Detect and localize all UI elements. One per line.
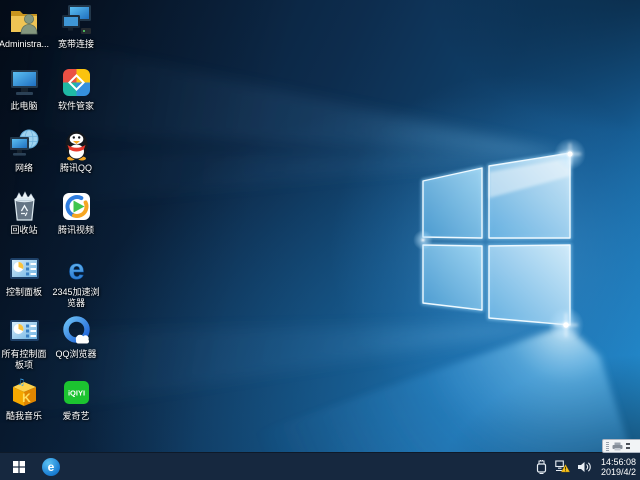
- kuwo-music-icon: K ♫: [8, 376, 41, 409]
- icon-label: 所有控制面板项: [0, 349, 50, 371]
- desktop-icon-2345-browser[interactable]: e 2345加速浏览器: [50, 252, 102, 309]
- desktop-icon-control-panel[interactable]: 控制面板: [0, 252, 50, 298]
- desktop-icon-network[interactable]: 网络: [0, 128, 50, 174]
- desktop-icon-kuwo-music[interactable]: K ♫ 酷我音乐: [0, 376, 50, 422]
- volume-icon[interactable]: [577, 453, 591, 480]
- icon-label: 酷我音乐: [6, 411, 42, 422]
- icon-label: 控制面板: [6, 287, 42, 298]
- tencent-qq-icon: [60, 128, 93, 161]
- desktop-icon-recycle-bin[interactable]: 回收站: [0, 190, 50, 236]
- icon-label: 腾讯QQ: [60, 163, 92, 174]
- icon-label: 回收站: [10, 225, 37, 236]
- icon-label: 网络: [15, 163, 33, 174]
- usb-safely-remove-icon[interactable]: [535, 453, 548, 480]
- desktop-icon-tencent-qq[interactable]: 腾讯QQ: [50, 128, 102, 174]
- desktop-icon-iqiyi[interactable]: iQIYI 爱奇艺: [50, 376, 102, 422]
- ime-toolbar[interactable]: [602, 439, 640, 453]
- icon-label: 腾讯视频: [58, 225, 94, 236]
- network-warning-icon[interactable]: [555, 453, 570, 480]
- desktop-icon-software-manager[interactable]: 软件管家: [50, 66, 102, 112]
- svg-text:e: e: [48, 460, 55, 474]
- taskbar-clock[interactable]: 14:56:08 2019/4/2: [601, 457, 636, 477]
- icon-label: 爱奇艺: [62, 411, 89, 422]
- desktop-icon-tencent-video[interactable]: 腾讯视频: [50, 190, 102, 236]
- recycle-bin-full-icon: [8, 190, 41, 223]
- qq-browser-icon: [60, 314, 93, 347]
- user-folder-icon: [8, 4, 41, 37]
- control-panel-icon: [8, 252, 41, 285]
- iqiyi-icon: iQIYI: [60, 376, 93, 409]
- desktop-icon-this-pc[interactable]: 此电脑: [0, 66, 50, 112]
- toolbar-menu-icon[interactable]: [626, 443, 630, 449]
- software-manager-icon: [60, 66, 93, 99]
- icon-label: 此电脑: [10, 101, 37, 112]
- printer-icon[interactable]: [612, 442, 623, 451]
- svg-text:e: e: [68, 254, 84, 285]
- icon-label: 宽带连接: [58, 39, 94, 50]
- svg-text:K: K: [22, 391, 31, 405]
- desktop-icon-qq-browser[interactable]: QQ浏览器: [50, 314, 102, 360]
- taskbar: e: [0, 452, 640, 480]
- this-pc-icon: [8, 66, 41, 99]
- network-icon: [8, 128, 41, 161]
- windows-logo-icon: [13, 461, 25, 473]
- toolbar-grip[interactable]: [606, 442, 609, 451]
- system-tray: 14:56:08 2019/4/2: [535, 453, 640, 480]
- desktop-icon-broadband[interactable]: 宽带连接: [50, 4, 102, 50]
- desktop-icon-administrator[interactable]: Administra...: [0, 4, 50, 50]
- clock-time: 14:56:08: [601, 457, 636, 467]
- tencent-video-icon: [60, 190, 93, 223]
- desktop-icon-all-control-panel-items[interactable]: 所有控制面板项: [0, 314, 50, 371]
- taskbar-edge-browser[interactable]: e: [35, 453, 67, 480]
- svg-text:♫: ♫: [16, 378, 24, 388]
- control-panel-icon: [8, 314, 41, 347]
- icon-label: QQ浏览器: [55, 349, 96, 360]
- 2345-browser-icon: e: [60, 252, 93, 285]
- desktop: Administra... 此电脑 网络 回收站: [0, 0, 640, 480]
- clock-date: 2019/4/2: [601, 467, 636, 477]
- start-button[interactable]: [3, 453, 35, 480]
- svg-text:iQIYI: iQIYI: [67, 389, 84, 398]
- edge-browser-icon: e: [42, 458, 60, 476]
- icon-label: 2345加速浏览器: [50, 287, 102, 309]
- icon-label: 软件管家: [58, 101, 94, 112]
- broadband-connection-icon: [60, 4, 93, 37]
- icon-label: Administra...: [0, 39, 49, 50]
